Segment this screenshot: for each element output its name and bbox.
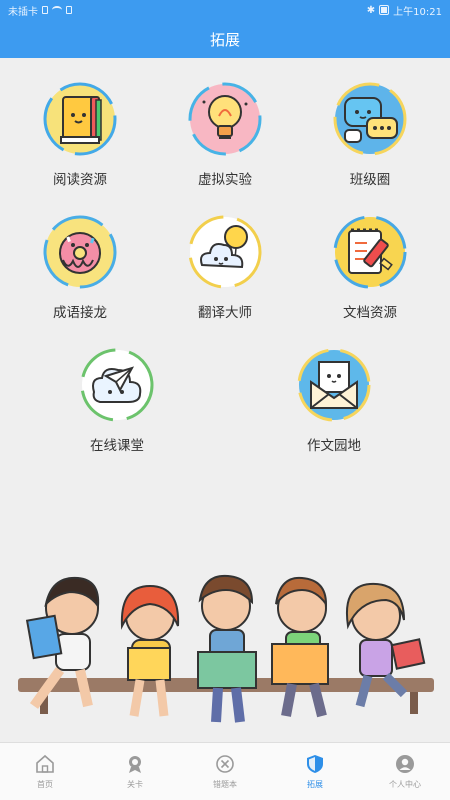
header: 拓展: [0, 20, 450, 58]
chat-bubbles-icon: [333, 82, 407, 156]
tab-levels[interactable]: 关卡: [90, 743, 180, 800]
home-icon: [36, 754, 54, 773]
lightbulb-icon: [188, 82, 262, 156]
page-title: 拓展: [209, 30, 240, 49]
status-right: ✱ 上午10:21: [367, 3, 442, 18]
donut-icon: [43, 215, 117, 289]
shield-icon: [307, 755, 323, 773]
kid-3: [197, 574, 257, 723]
feature-label: 阅读资源: [53, 172, 107, 188]
carrier-text: 未插卡: [8, 6, 38, 18]
feature-label: 成语接龙: [53, 305, 107, 321]
cloud-balloon-icon: [188, 215, 262, 289]
tab-label: 首页: [37, 780, 53, 789]
tab-label: 个人中心: [389, 780, 421, 789]
badge-icon: [129, 756, 141, 773]
feature-label: 在线课堂: [90, 438, 144, 454]
kid-2: [120, 584, 180, 717]
paper-plane-icon: [80, 348, 154, 422]
tab-wrong-book[interactable]: 错题本: [180, 743, 270, 800]
feature-virtual-lab[interactable]: 虚拟实验: [165, 82, 285, 188]
status-left: 未插卡: [8, 3, 72, 18]
feature-label: 虚拟实验: [198, 172, 252, 188]
feature-label: 文档资源: [343, 305, 397, 321]
feature-translation[interactable]: 翻译大师: [165, 215, 285, 321]
kid-4: [271, 576, 329, 718]
battery-icon: [379, 5, 390, 15]
wifi-icon: [52, 6, 62, 14]
feature-idiom-chain[interactable]: 成语接龙: [20, 215, 140, 321]
feature-label: 作文园地: [307, 438, 361, 454]
feature-online-class[interactable]: 在线课堂: [57, 348, 177, 454]
envelope-letter-icon: [297, 348, 371, 422]
bluetooth-icon: ✱: [366, 4, 376, 16]
book-icon: [43, 82, 117, 156]
wrong-icon: [216, 755, 234, 773]
clock: 上午10:21: [393, 6, 442, 18]
feature-documents[interactable]: 文档资源: [310, 215, 430, 321]
data-icon: [66, 6, 72, 14]
tab-label: 关卡: [127, 780, 143, 789]
notepad-marker-icon: [333, 215, 407, 289]
feature-reading[interactable]: 阅读资源: [20, 82, 140, 188]
status-bar: 未插卡 ✱ 上午10:21: [0, 0, 450, 20]
feature-composition[interactable]: 作文园地: [274, 348, 394, 454]
kids-reading-illustration: [0, 556, 450, 742]
person-icon: [396, 755, 414, 773]
tab-label: 拓展: [307, 780, 323, 789]
sim-icon: [42, 6, 48, 14]
bottom-tab-bar: 首页 关卡 错题本 拓展 个人中心: [0, 742, 450, 800]
tab-expand[interactable]: 拓展: [270, 743, 360, 800]
feature-label: 班级圈: [349, 172, 391, 188]
feature-label: 翻译大师: [198, 305, 252, 321]
tab-label: 错题本: [213, 780, 237, 789]
feature-class-circle[interactable]: 班级圈: [310, 82, 430, 188]
tab-profile[interactable]: 个人中心: [360, 743, 450, 800]
tab-home[interactable]: 首页: [0, 743, 90, 800]
